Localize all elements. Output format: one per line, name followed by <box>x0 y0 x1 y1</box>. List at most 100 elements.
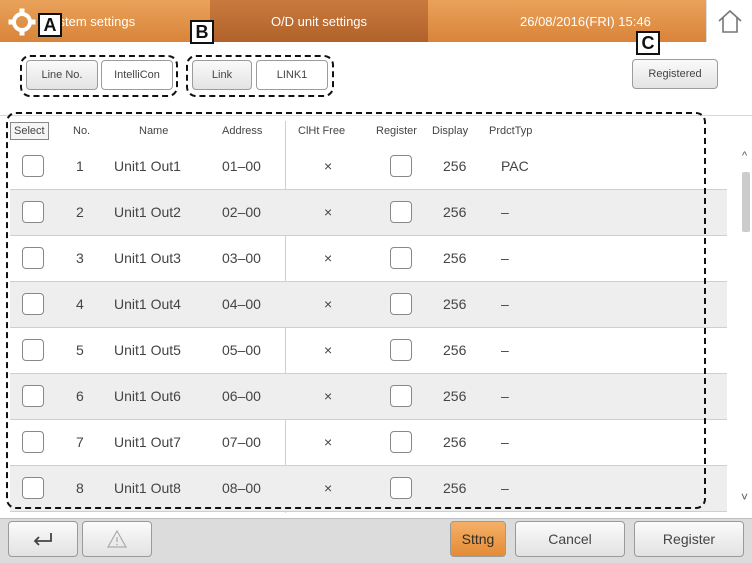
row-prdct-typ: – <box>501 480 509 496</box>
table-row[interactable]: 5 Unit1 Out5 05–00 × 256 – <box>10 328 727 374</box>
row-display: 256 <box>443 296 467 312</box>
table-header: Select No. Name Address ClHt Free Regist… <box>0 121 740 143</box>
col-address: Address <box>222 125 263 137</box>
row-address: 04–00 <box>222 296 261 312</box>
row-name: Unit1 Out1 <box>114 158 181 174</box>
row-name: Unit1 Out5 <box>114 342 181 358</box>
row-no: 3 <box>76 250 84 266</box>
row-name: Unit1 Out7 <box>114 434 181 450</box>
row-name: Unit1 Out3 <box>114 250 181 266</box>
col-no: No. <box>73 125 91 137</box>
register-checkbox[interactable] <box>390 247 412 269</box>
table-row[interactable]: 2 Unit1 Out2 02–00 × 256 – <box>10 190 727 236</box>
row-address: 03–00 <box>222 250 261 266</box>
home-button[interactable] <box>706 0 752 42</box>
row-no: 6 <box>76 388 84 404</box>
col-name: Name <box>139 125 169 137</box>
register-checkbox[interactable] <box>390 155 412 177</box>
row-clht-free: × <box>324 342 333 358</box>
register-button[interactable]: Register <box>634 521 744 557</box>
row-prdct-typ: – <box>501 250 509 266</box>
row-clht-free: × <box>324 250 333 266</box>
row-display: 256 <box>443 342 467 358</box>
datetime-display: 26/08/2016(FRI) 15:46 <box>428 0 706 42</box>
table-scrollbar[interactable]: ^ ˅ <box>740 150 752 510</box>
line-no-label: Line No. <box>26 60 98 90</box>
table-row[interactable]: 4 Unit1 Out4 04–00 × 256 – <box>10 282 727 328</box>
warning-icon <box>106 529 128 548</box>
select-checkbox[interactable] <box>22 293 44 315</box>
table-row[interactable]: 8 Unit1 Out8 08–00 × 256 – <box>10 466 727 512</box>
warning-button[interactable] <box>82 521 152 557</box>
od-unit-settings-tab[interactable]: O/D unit settings <box>210 0 428 42</box>
back-button[interactable] <box>8 521 78 557</box>
row-display: 256 <box>443 434 467 450</box>
row-clht-free: × <box>324 434 333 450</box>
row-prdct-typ: PAC <box>501 158 529 174</box>
select-checkbox[interactable] <box>22 385 44 407</box>
row-name: Unit1 Out8 <box>114 480 181 496</box>
row-address: 06–00 <box>222 388 261 404</box>
row-clht-free: × <box>324 388 333 404</box>
register-checkbox[interactable] <box>390 201 412 223</box>
register-checkbox[interactable] <box>390 339 412 361</box>
row-no: 4 <box>76 296 84 312</box>
col-clht-free: ClHt Free <box>298 125 346 137</box>
select-all-button[interactable]: Select <box>10 122 49 140</box>
row-display: 256 <box>443 158 467 174</box>
system-settings-label: ystem settings <box>52 13 136 29</box>
row-display: 256 <box>443 250 467 266</box>
row-address: 07–00 <box>222 434 261 450</box>
row-prdct-typ: – <box>501 434 509 450</box>
row-address: 05–00 <box>222 342 261 358</box>
row-clht-free: × <box>324 204 333 220</box>
link-select[interactable]: LINK1 <box>256 60 328 90</box>
select-checkbox[interactable] <box>22 339 44 361</box>
scroll-up-icon[interactable]: ^ <box>742 150 747 162</box>
table-row[interactable]: 3 Unit1 Out3 03–00 × 256 – <box>10 236 727 282</box>
row-name: Unit1 Out2 <box>114 204 181 220</box>
register-checkbox[interactable] <box>390 477 412 499</box>
col-display: Display <box>432 125 469 137</box>
col-register: Register <box>376 125 417 137</box>
home-icon <box>717 9 742 33</box>
row-prdct-typ: – <box>501 296 509 312</box>
page-title: O/D unit settings <box>270 13 368 29</box>
scroll-down-icon[interactable]: ˅ <box>741 490 748 504</box>
row-no: 7 <box>76 434 84 450</box>
back-arrow-icon <box>33 533 52 546</box>
callout-c: C <box>636 31 660 55</box>
datetime-label: 26/08/2016(FRI) 15:46 <box>520 13 651 29</box>
register-checkbox[interactable] <box>390 293 412 315</box>
col-prdct-typ: PrdctTyp <box>489 125 533 137</box>
row-display: 256 <box>443 204 467 220</box>
table-row[interactable]: 7 Unit1 Out7 07–00 × 256 – <box>10 420 727 466</box>
row-prdct-typ: – <box>501 388 509 404</box>
row-address: 08–00 <box>222 480 261 496</box>
select-checkbox[interactable] <box>22 201 44 223</box>
sttng-button[interactable]: Sttng <box>450 521 506 557</box>
registered-button[interactable]: Registered <box>632 59 718 89</box>
select-checkbox[interactable] <box>22 477 44 499</box>
row-name: Unit1 Out6 <box>114 388 181 404</box>
line-no-select[interactable]: IntelliCon <box>101 60 173 90</box>
callout-a: A <box>38 13 62 37</box>
table-row[interactable]: 6 Unit1 Out6 06–00 × 256 – <box>10 374 727 420</box>
row-no: 1 <box>76 158 84 174</box>
register-checkbox[interactable] <box>390 385 412 407</box>
row-no: 2 <box>76 204 84 220</box>
cancel-button[interactable]: Cancel <box>515 521 625 557</box>
row-address: 01–00 <box>222 158 261 174</box>
select-checkbox[interactable] <box>22 247 44 269</box>
select-checkbox[interactable] <box>22 431 44 453</box>
link-label: Link <box>192 60 252 90</box>
row-no: 8 <box>76 480 84 496</box>
scroll-thumb[interactable] <box>742 172 750 232</box>
select-checkbox[interactable] <box>22 155 44 177</box>
row-prdct-typ: – <box>501 204 509 220</box>
callout-b: B <box>190 20 214 44</box>
row-display: 256 <box>443 480 467 496</box>
gear-icon <box>8 8 36 36</box>
register-checkbox[interactable] <box>390 431 412 453</box>
table-row[interactable]: 1 Unit1 Out1 01–00 × 256 PAC <box>10 144 727 190</box>
